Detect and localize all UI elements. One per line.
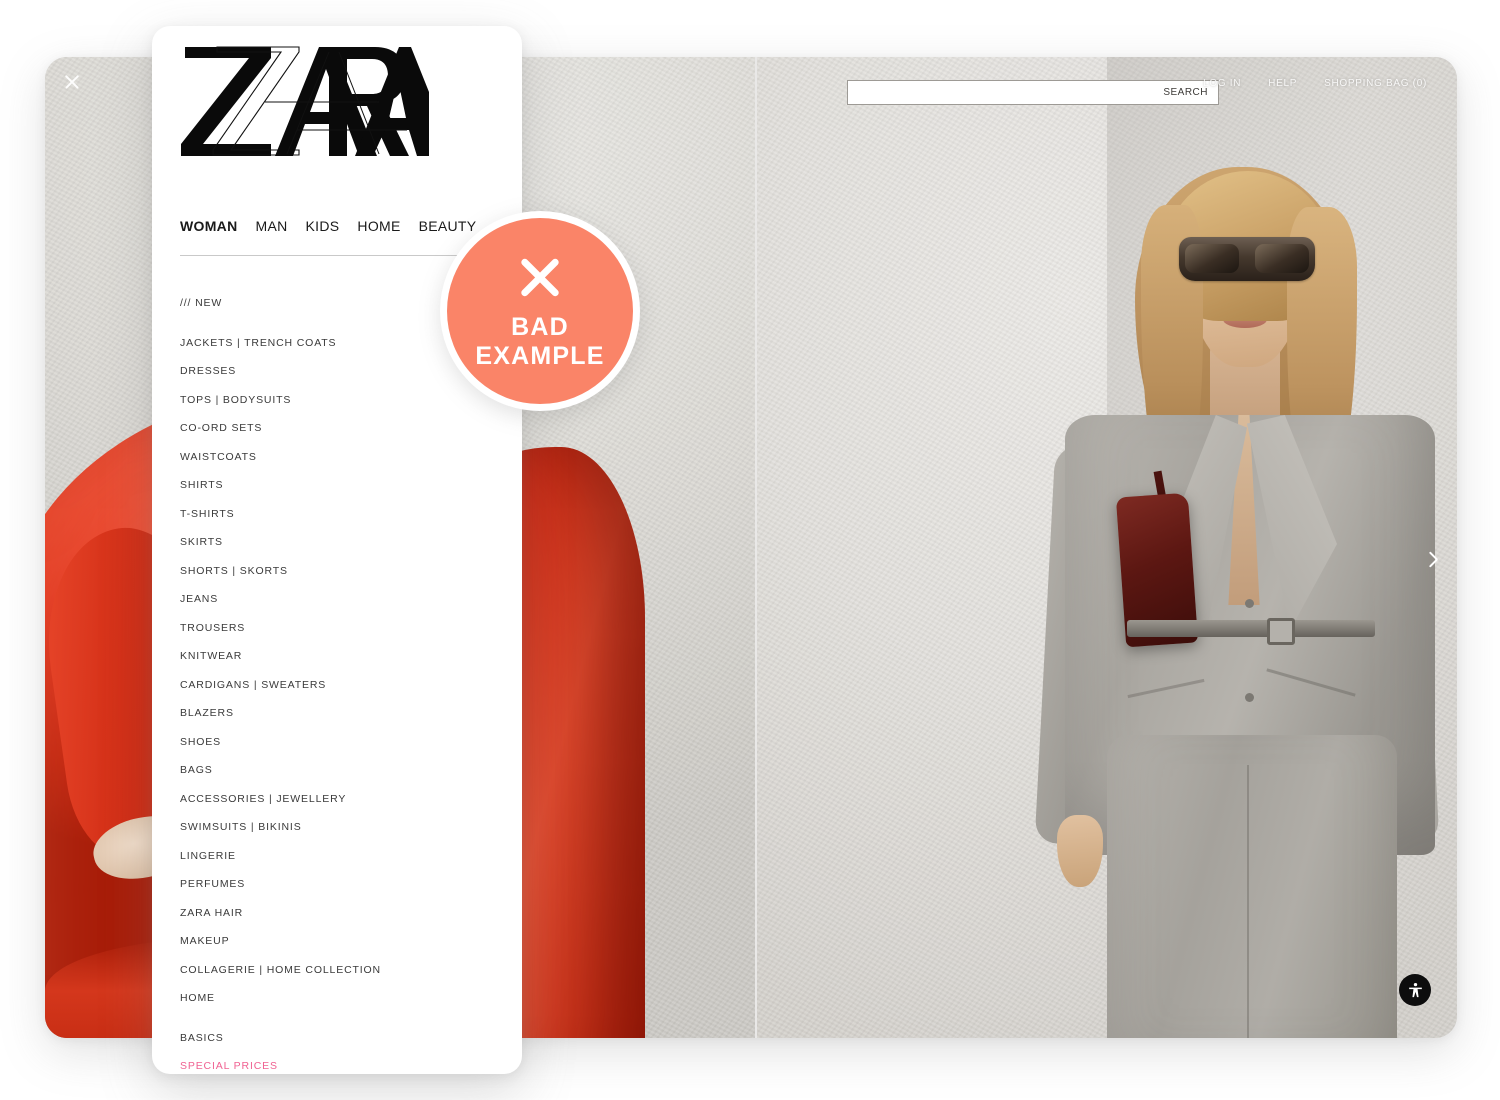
x-mark-icon (515, 251, 565, 301)
zara-logo[interactable] (179, 34, 429, 164)
menu-item[interactable]: ACCESSORIES | JEWELLERY (180, 785, 508, 814)
menu-item[interactable]: MAKEUP (180, 927, 508, 956)
tab-beauty[interactable]: BEAUTY (419, 218, 477, 234)
menu-item[interactable]: BAGS (180, 756, 508, 785)
model-hand (1057, 815, 1103, 887)
help-link[interactable]: HELP (1268, 78, 1297, 89)
trousers (1107, 735, 1397, 1038)
menu-item[interactable]: HOME (180, 984, 508, 1013)
accessibility-icon[interactable] (1399, 974, 1431, 1006)
category-list: /// NEW JACKETS | TRENCH COATS DRESSES TOPS… (180, 289, 508, 1074)
search-button-label[interactable]: SEARCH (1163, 87, 1208, 98)
menu-item[interactable]: PERFUMES (180, 870, 508, 899)
bad-example-badge: BAD EXAMPLE (440, 211, 640, 411)
screenshot-root: SEARCH LOG IN HELP SHOPPING BAG (0) WOMA… (0, 0, 1500, 1100)
tab-home[interactable]: HOME (357, 218, 400, 234)
menu-item[interactable]: TOPS | BODYSUITS (180, 386, 508, 415)
sunglasses (1179, 237, 1315, 281)
menu-item[interactable]: T-SHIRTS (180, 500, 508, 529)
navigation-menu-card: WOMAN MAN KIDS HOME BEAUTY /// NEW JACKET… (152, 26, 522, 1074)
close-icon[interactable] (63, 73, 81, 91)
menu-item[interactable]: BASICS (180, 1024, 508, 1053)
model-figure (1015, 115, 1457, 1038)
menu-item[interactable]: TROUSERS (180, 614, 508, 643)
menu-item[interactable]: CO-ORD SETS (180, 414, 508, 443)
blazer-button (1245, 599, 1254, 608)
header-links: LOG IN HELP SHOPPING BAG (0) (1203, 78, 1427, 89)
badge-line-2: EXAMPLE (475, 342, 605, 370)
hero-image-right[interactable] (757, 57, 1457, 1038)
site-header: SEARCH LOG IN HELP SHOPPING BAG (0) (757, 57, 1457, 119)
menu-item[interactable]: ZARA HAIR (180, 899, 508, 928)
menu-item[interactable]: SWIMSUITS | BIKINIS (180, 813, 508, 842)
belt-buckle (1267, 618, 1295, 645)
menu-divider (180, 255, 498, 256)
menu-item[interactable]: WAISTCOATS (180, 443, 508, 472)
blazer-belt (1127, 620, 1375, 637)
menu-item[interactable]: JEANS (180, 585, 508, 614)
badge-label: BAD EXAMPLE (475, 313, 604, 371)
menu-item[interactable]: SHOES (180, 728, 508, 757)
search-input[interactable]: SEARCH (847, 80, 1219, 105)
trouser-seam (1247, 765, 1249, 1038)
tab-kids[interactable]: KIDS (306, 218, 340, 234)
menu-item[interactable]: SPECIAL PRICES (180, 1052, 508, 1074)
menu-item[interactable]: BLAZERS (180, 699, 508, 728)
chevron-right-icon[interactable] (1419, 546, 1445, 572)
tab-man[interactable]: MAN (256, 218, 288, 234)
blazer-button (1245, 693, 1254, 702)
tab-woman[interactable]: WOMAN (180, 218, 238, 234)
menu-item[interactable]: LINGERIE (180, 842, 508, 871)
menu-item[interactable]: CARDIGANS | SWEATERS (180, 671, 508, 700)
shopping-bag-link[interactable]: SHOPPING BAG (0) (1324, 78, 1427, 89)
login-link[interactable]: LOG IN (1203, 78, 1241, 89)
menu-item[interactable]: KNITWEAR (180, 642, 508, 671)
menu-item[interactable]: SHORTS | SKORTS (180, 557, 508, 586)
menu-item[interactable]: COLLAGERIE | HOME COLLECTION (180, 956, 508, 985)
menu-tabs: WOMAN MAN KIDS HOME BEAUTY (180, 218, 476, 234)
menu-item[interactable]: SHIRTS (180, 471, 508, 500)
menu-item[interactable]: SKIRTS (180, 528, 508, 557)
badge-line-1: BAD (511, 313, 569, 341)
